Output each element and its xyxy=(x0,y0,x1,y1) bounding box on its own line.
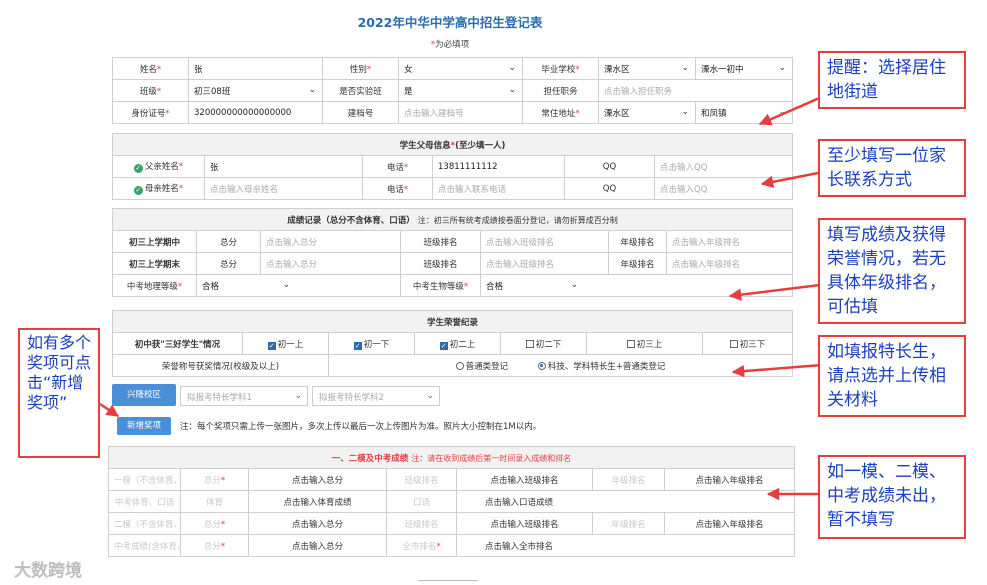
bottom-divider xyxy=(418,580,478,585)
arrow-line xyxy=(731,363,823,378)
watermark: 大数跨境 xyxy=(14,561,82,581)
arrow-line xyxy=(758,94,825,126)
arrow-line xyxy=(760,171,819,188)
callout-address: 提醒：选择居住地街道 xyxy=(818,51,966,109)
callout-mock-scores: 如一模、二模、中考成绩未出，暂不填写 xyxy=(818,455,966,539)
callout-add-award: 如有多个奖项可点击“新增奖项” xyxy=(18,328,100,458)
callout-specialty: 如填报特长生，请点选并上传相关材料 xyxy=(818,335,966,417)
arrow-line xyxy=(728,283,821,301)
callout-scores: 填写成绩及获得荣誉情况，若无具体年级排名，可估填 xyxy=(818,218,966,324)
arrow-line xyxy=(99,402,120,418)
callout-parent-contact: 至少填写一位家长联系方式 xyxy=(818,139,966,197)
